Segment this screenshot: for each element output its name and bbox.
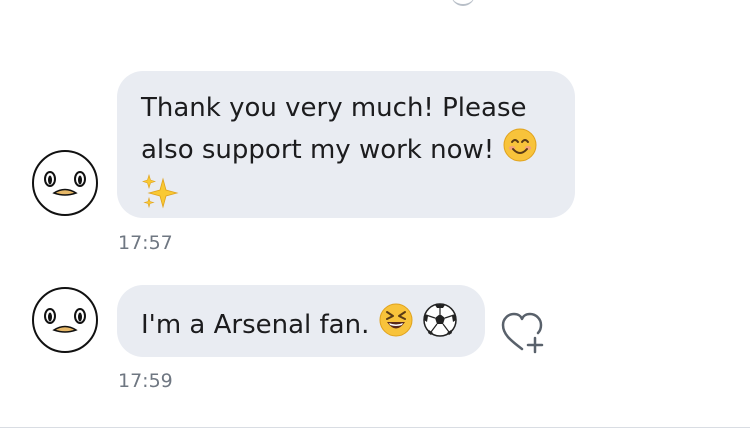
avatar[interactable]	[32, 287, 98, 353]
smiling-face-emoji-icon	[502, 127, 538, 174]
like-button[interactable]	[500, 311, 548, 355]
message-text-line: also support my work now!	[141, 135, 495, 165]
message-bubble[interactable]: Thank you very much! Please also support…	[117, 71, 575, 218]
message-bubble[interactable]: I'm a Arsenal fan.	[117, 285, 485, 357]
heart-plus-icon	[501, 312, 544, 354]
sparkles-emoji-icon	[141, 173, 181, 221]
message-text: I'm a Arsenal fan.	[141, 310, 370, 340]
penguin-avatar-icon	[44, 171, 86, 196]
penguin-avatar-icon	[44, 308, 86, 333]
soccer-ball-emoji-icon	[422, 302, 458, 349]
divider	[0, 427, 750, 428]
avatar[interactable]	[32, 150, 98, 216]
message-timestamp: 17:57	[118, 232, 173, 254]
grinning-squinting-face-emoji-icon	[378, 302, 414, 349]
previous-message-fragment	[451, 0, 475, 6]
message-text-line: Thank you very much! Please	[141, 93, 527, 123]
message-timestamp: 17:59	[118, 370, 173, 392]
